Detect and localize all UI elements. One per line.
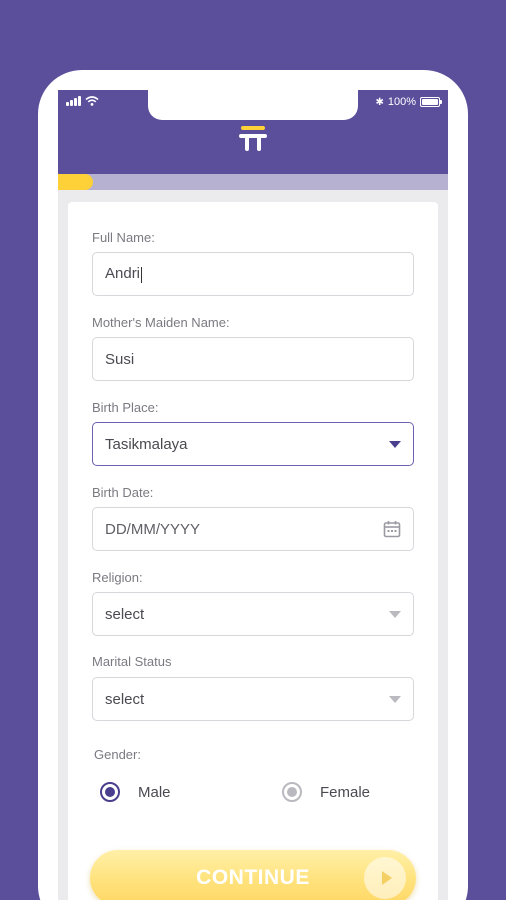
step-progress-fill [58,174,94,190]
maiden-name-value: Susi [105,350,135,368]
birth-place-value: Tasikmalaya [105,435,188,453]
chevron-down-icon [389,610,401,618]
maiden-name-label: Mother's Maiden Name: [92,315,230,330]
radio-unselected-icon[interactable] [282,782,302,802]
app-logo [239,126,267,151]
marital-status-dropdown[interactable]: select [92,677,414,721]
radio-selected-icon[interactable] [100,782,120,802]
app-screen: ✱ 100% Full Name: Andri Mother's Maiden … [58,90,448,900]
phone-frame: ✱ 100% Full Name: Andri Mother's Maiden … [38,70,468,900]
birth-place-dropdown[interactable]: Tasikmalaya [92,422,414,466]
full-name-label: Full Name: [92,230,155,245]
text-cursor [141,266,143,283]
gender-option-label: Female [320,783,371,801]
wifi-icon [85,96,99,106]
personal-data-form: Full Name: Andri Mother's Maiden Name: S… [68,202,438,900]
play-icon [364,857,406,899]
chevron-down-icon [389,440,401,448]
gender-option-female[interactable]: Female [282,782,370,802]
signal-icon [66,96,81,106]
religion-value: select [105,605,145,623]
full-name-value: Andri [105,265,141,283]
status-bar-right: ✱ 100% [375,96,442,108]
birth-date-input[interactable]: DD/MM/YYYY [92,507,414,551]
maiden-name-input[interactable]: Susi [92,337,414,381]
birth-date-placeholder: DD/MM/YYYY [105,520,201,538]
chevron-down-icon [389,695,401,703]
calendar-icon[interactable] [383,520,401,538]
status-bar-left [66,96,99,106]
full-name-input[interactable]: Andri [92,252,414,296]
step-progress-bar [58,174,448,190]
device-notch [148,90,358,120]
religion-dropdown[interactable]: select [92,592,414,636]
birth-place-label: Birth Place: [92,400,159,415]
birth-date-label: Birth Date: [92,485,154,500]
marital-status-label: Marital Status [92,654,172,669]
app-header: ✱ 100% [58,90,448,174]
marital-status-value: select [105,690,145,708]
bluetooth-icon: ✱ [375,96,384,108]
gender-radio-group: Male Female [92,782,414,806]
battery-percentage: 100% [387,96,416,108]
continue-button[interactable]: CONTINUE [90,850,416,900]
continue-button-label: CONTINUE [196,866,310,889]
religion-label: Religion: [92,570,143,585]
battery-icon [420,97,442,107]
gender-option-label: Male [138,783,171,801]
gender-label: Gender: [94,747,141,762]
gender-option-male[interactable]: Male [100,782,171,802]
